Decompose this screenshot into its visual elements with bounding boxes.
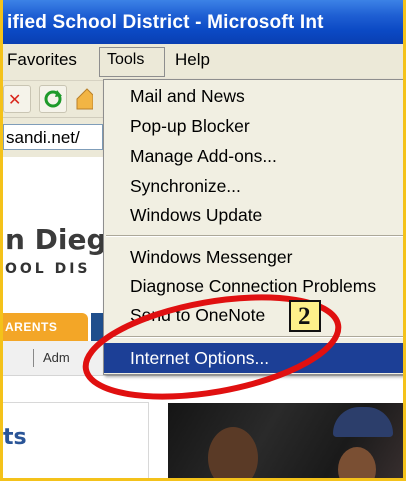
highlight-ellipse <box>82 294 342 400</box>
step-number-badge: 2 <box>289 300 321 332</box>
browser-window: ified School District - Microsoft Int Fa… <box>3 0 403 478</box>
step-number: 2 <box>298 303 311 330</box>
